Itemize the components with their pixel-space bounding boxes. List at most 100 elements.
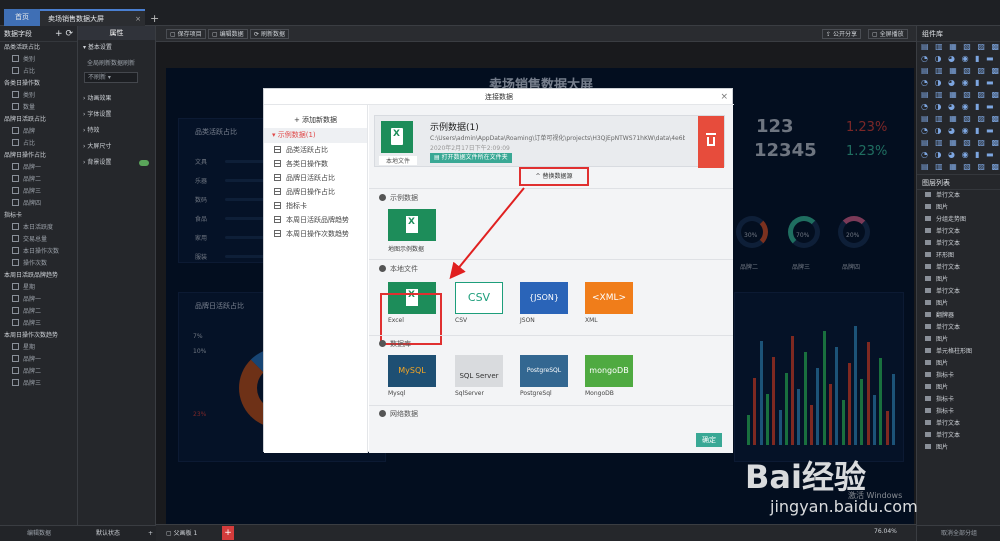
table-item[interactable]: 品牌日操作占比 — [264, 185, 367, 199]
background-toggle[interactable] — [139, 160, 149, 166]
field-item[interactable]: 数量 — [0, 102, 77, 114]
table-item[interactable]: 品牌日活跃占比 — [264, 171, 367, 185]
tile-postgresql[interactable]: PostgreSQL PostgreSql — [516, 355, 568, 397]
prop-item-background[interactable]: › 背景设置 — [78, 155, 155, 171]
field-group[interactable]: 本周日活跃品牌趋势 — [0, 270, 77, 282]
confirm-button[interactable]: 确定 — [696, 433, 722, 447]
chart-icons-row[interactable]: ◔ ◑ ◕ ◉ ▮ ▬ — [917, 54, 1000, 66]
field-item[interactable]: 品牌三 — [0, 186, 77, 198]
tile-mysql[interactable]: MySQL Mysql — [384, 355, 436, 397]
layer-item[interactable]: 指标卡 — [917, 394, 1000, 406]
close-icon[interactable]: × — [720, 89, 728, 105]
layer-item[interactable]: 图片 — [917, 334, 1000, 346]
tile-json[interactable]: {JSON} JSON — [516, 282, 568, 324]
layer-item[interactable]: 指标卡 — [917, 370, 1000, 382]
chart-icons-row[interactable]: ▤ ▥ ▦ ▧ ▨ ▩ — [917, 114, 1000, 126]
prop-item-animation[interactable]: › 动画效果 — [78, 91, 155, 107]
layer-item[interactable]: 图片 — [917, 358, 1000, 370]
add-icon[interactable]: + — [148, 530, 153, 537]
tile-map-example[interactable]: 地图示例数据 — [384, 209, 436, 253]
field-item[interactable]: 品牌一 — [0, 354, 77, 366]
field-item[interactable]: 操作次数 — [0, 258, 77, 270]
field-item[interactable]: 品牌 — [0, 126, 77, 138]
field-group[interactable]: 品牌日活跃占比 — [0, 114, 77, 126]
open-folder-button[interactable]: ▤ 打开数据文件所在文件夹 — [430, 153, 512, 163]
layer-item[interactable]: 单行文本 — [917, 430, 1000, 442]
layer-item[interactable]: 单行文本 — [917, 286, 1000, 298]
field-item[interactable]: 品牌四 — [0, 198, 77, 210]
field-item[interactable]: 星期 — [0, 342, 77, 354]
add-data-button[interactable]: + 添加新数据 — [264, 113, 367, 128]
tile-csv[interactable]: CSV CSV — [451, 282, 503, 324]
field-item[interactable]: 品牌三 — [0, 378, 77, 390]
layer-item[interactable]: 图片 — [917, 274, 1000, 286]
prop-item-font[interactable]: › 字体设置 — [78, 107, 155, 123]
chart-icons-row[interactable]: ◔ ◑ ◕ ◉ ▮ ▬ — [917, 150, 1000, 162]
layer-item[interactable]: 指标卡 — [917, 406, 1000, 418]
prop-item-effects[interactable]: › 特效 — [78, 123, 155, 139]
share-button[interactable]: ⇪ 公开分享 — [822, 29, 861, 39]
field-group[interactable]: 各类日操作数 — [0, 78, 77, 90]
tile-xml[interactable]: <XML> XML — [581, 282, 633, 324]
field-item[interactable]: 本日活跃度 — [0, 222, 77, 234]
field-group[interactable]: 品类活跃占比 — [0, 42, 77, 54]
field-item[interactable]: 类别 — [0, 54, 77, 66]
layer-item[interactable]: 单行文本 — [917, 238, 1000, 250]
new-tab-icon[interactable]: + — [150, 12, 159, 25]
tile-mongodb[interactable]: mongoDB MongoDB — [581, 355, 633, 397]
field-item[interactable]: 占比 — [0, 66, 77, 78]
default-state[interactable]: 默认状态 + — [78, 525, 156, 541]
save-project-button[interactable]: ▢ 保存项目 — [166, 29, 206, 39]
field-item[interactable]: 品牌一 — [0, 294, 77, 306]
ungroup-all-button[interactable]: 取消全部分组 — [917, 525, 1000, 541]
tab-home[interactable]: 首页 — [4, 9, 40, 26]
tile-sqlserver[interactable]: SQL Server SqlServer — [451, 355, 503, 397]
field-item[interactable]: 品牌一 — [0, 162, 77, 174]
chart-icons-row[interactable]: ◔ ◑ ◕ ◉ ▮ ▬ — [917, 78, 1000, 90]
fullscreen-button[interactable]: ▢ 全屏播放 — [868, 29, 908, 39]
add-refresh-icons[interactable]: + ⟳ — [55, 26, 73, 42]
refresh-data-button[interactable]: ⟳ 刷新数据 — [250, 29, 289, 39]
layer-item[interactable]: 单行文本 — [917, 190, 1000, 202]
field-item[interactable]: 品牌三 — [0, 318, 77, 330]
chart-icons-row[interactable]: ◔ ◑ ◕ ◉ ▮ ▬ — [917, 126, 1000, 138]
chart-icons-row[interactable]: ▤ ▥ ▦ ▧ ▨ ▩ — [917, 42, 1000, 54]
tab-properties[interactable]: 属性 — [78, 26, 155, 40]
layer-item[interactable]: 翻牌器 — [917, 310, 1000, 322]
add-scene-button[interactable]: + — [222, 526, 234, 540]
prop-item-size[interactable]: › 大屏尺寸 — [78, 139, 155, 155]
table-item[interactable]: 本周日活跃品牌趋势 — [264, 213, 367, 227]
field-item[interactable]: 类别 — [0, 90, 77, 102]
table-item[interactable]: 各类日操作数 — [264, 157, 367, 171]
field-group[interactable]: 本周日操作次数趋势 — [0, 330, 77, 342]
chart-icons-row[interactable]: ▤ ▥ ▦ ▧ ▨ ▩ — [917, 162, 1000, 174]
table-item[interactable]: 指标卡 — [264, 199, 367, 213]
switch-source-button[interactable]: ^ 替换数据源 — [519, 167, 589, 186]
edit-data-toolbar-button[interactable]: ▢ 编辑数据 — [208, 29, 248, 39]
field-item[interactable]: 本日操作次数 — [0, 246, 77, 258]
edit-data-button[interactable]: 编辑数据 — [0, 525, 78, 541]
chart-icons-row[interactable]: ▤ ▥ ▦ ▧ ▨ ▩ — [917, 90, 1000, 102]
field-item[interactable]: 品牌二 — [0, 174, 77, 186]
layer-item[interactable]: 图片 — [917, 442, 1000, 454]
layer-item[interactable]: 单元格柱形图 — [917, 346, 1000, 358]
field-item[interactable]: 品牌二 — [0, 366, 77, 378]
layer-item[interactable]: 单行文本 — [917, 418, 1000, 430]
field-item[interactable]: 占比 — [0, 138, 77, 150]
layer-item[interactable]: 分组走势图 — [917, 214, 1000, 226]
chart-icons-row[interactable]: ▤ ▥ ▦ ▧ ▨ ▩ — [917, 66, 1000, 78]
field-item[interactable]: 品牌二 — [0, 306, 77, 318]
field-group[interactable]: 品牌日操作占比 — [0, 150, 77, 162]
field-item[interactable]: 星期 — [0, 282, 77, 294]
chart-icons-row[interactable]: ◔ ◑ ◕ ◉ ▮ ▬ — [917, 102, 1000, 114]
basic-settings[interactable]: ▾ 基本设置 — [78, 40, 155, 56]
table-item[interactable]: 本周日操作次数趋势 — [264, 227, 367, 241]
tab-current-project[interactable]: 卖场销售数据大屏 × — [40, 9, 145, 26]
field-group[interactable]: 指标卡 — [0, 210, 77, 222]
layer-item[interactable]: 图片 — [917, 298, 1000, 310]
delete-source-button[interactable] — [698, 116, 724, 168]
scene-selector[interactable]: ▢ 父画板 1 — [166, 528, 197, 537]
layer-item[interactable]: 单行文本 — [917, 262, 1000, 274]
field-item[interactable]: 交易总量 — [0, 234, 77, 246]
layer-item[interactable]: 图片 — [917, 382, 1000, 394]
